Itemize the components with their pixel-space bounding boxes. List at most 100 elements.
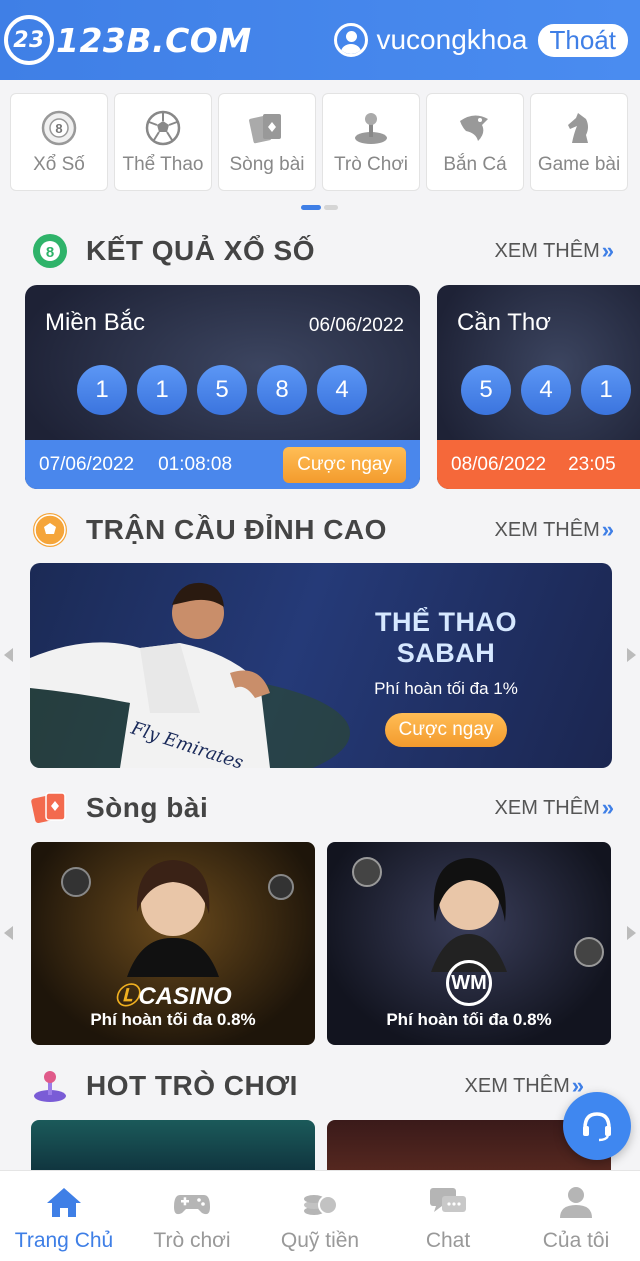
logout-button[interactable]: Thoát [537,23,628,57]
home-icon [44,1185,84,1219]
section-title: Sòng bài [86,792,209,823]
site-logo[interactable]: 23 123B.COM [4,15,252,65]
see-more-label: XEM THÊM [494,796,600,819]
see-more-label: XEM THÊM [494,518,600,541]
sports-banner-text: THỂ THAO SABAH Phí hoàn tối đa 1% Cược n… [326,607,566,747]
nav-account[interactable]: Của tôi [512,1171,640,1261]
svg-text:8: 8 [46,244,54,261]
double-chevron-right-icon: » [601,238,614,263]
lottery-ball: 5 [197,365,247,415]
category-casino[interactable]: Sòng bài [218,93,316,191]
category-label: Thể Thao [122,154,204,175]
casino-section-header: Sòng bài XEM THÊM» [30,788,614,828]
nav-funds[interactable]: Quỹ tiền [256,1171,384,1261]
app-header: 23 123B.COM vucongkhoa Thoát [0,0,640,80]
fish-icon [455,108,495,148]
sports-banner-subtitle: Phí hoàn tối đa 1% [374,679,518,698]
cards-icon [247,108,287,148]
carousel-prev-icon[interactable] [4,926,13,940]
see-more-link[interactable]: XEM THÊM» [495,238,614,264]
nav-label: Chat [425,1229,471,1252]
sports-banner[interactable]: Fly Emirates THỂ THAO SABAH Phí hoàn tối… [30,563,612,768]
casino-brand-logo: ⓁCASINO [114,983,232,1010]
support-chat-button[interactable] [563,1092,631,1160]
indicator-active [301,205,321,210]
see-more-label: XEM THÊM [494,239,600,262]
lottery-region: Cần Thơ [457,309,552,336]
lottery-region: Miền Bắc [45,309,146,336]
nav-chat[interactable]: Chat [384,1171,512,1261]
nav-label: Quỹ tiền [280,1229,360,1252]
gamepad-icon [172,1185,212,1219]
category-card-games[interactable]: Game bài [530,93,628,191]
category-label: Trò Chơi [333,154,409,175]
soccer-ball-icon [143,108,183,148]
casino-rebate-text: Phí hoàn tối đa 0.8% [90,1010,256,1029]
see-more-link[interactable]: XEM THÊM» [495,795,614,821]
nav-label: Của tôi [542,1229,610,1252]
joystick-icon [351,108,391,148]
sports-banner-title: THỂ THAO SABAH [375,607,517,668]
section-title: TRẬN CẦU ĐỈNH CAO [86,514,387,545]
lottery-card[interactable]: Miền Bắc 06/06/2022 1 1 5 8 4 07/06/2022… [25,285,420,489]
lottery-card[interactable]: Cần Thơ 5 4 1 08/06/2022 23:05 [437,285,640,489]
sports-section-header: TRẬN CẦU ĐỈNH CAO XEM THÊM» [30,510,614,550]
lottery-section-icon: 8 [30,231,70,271]
coins-icon [300,1185,340,1219]
svg-text:8: 8 [55,121,62,136]
nav-label: Trò chơi [153,1229,231,1252]
category-label: Bắn Cá [443,154,507,175]
double-chevron-right-icon: » [601,795,614,820]
games-section-header: HOT TRÒ CHƠI XEM THÊM» [30,1066,614,1106]
carousel-next-icon[interactable] [627,648,636,662]
nav-label: Trang Chủ [14,1229,114,1252]
see-more-link[interactable]: XEM THÊM» [465,1073,584,1099]
sports-bet-button[interactable]: Cược ngay [384,713,508,747]
lottery-ball: 1 [137,365,187,415]
lottery-ball: 4 [521,365,571,415]
nav-games[interactable]: Trò chơi [128,1171,256,1261]
carousel-indicator [301,205,338,210]
bottom-navigation: Trang Chủ Trò chơi Quỹ tiền Chat Của tôi [0,1170,640,1261]
chat-icon [428,1185,468,1219]
lottery-date: 06/06/2022 [308,315,404,336]
lottery-countdown-bar: 08/06/2022 23:05 [437,440,640,489]
see-more-label: XEM THÊM [464,1074,570,1097]
user-info: vucongkhoa Thoát [334,23,628,57]
category-label: Sòng bài [229,154,305,175]
category-lottery[interactable]: 8 Xổ Số [10,93,108,191]
nav-home[interactable]: Trang Chủ [0,1171,128,1261]
next-draw-date: 07/06/2022 [39,453,135,475]
bet-now-button[interactable]: Cược ngay [283,446,406,483]
casino-card[interactable]: ⓁCASINO Phí hoàn tối đa 0.8% [31,842,315,1045]
lottery-ball-icon: 8 [39,108,79,148]
category-sports[interactable]: Thể Thao [114,93,212,191]
section-title: KẾT QUẢ XỔ SỐ [86,235,315,266]
category-fishing[interactable]: Bắn Cá [426,93,524,191]
indicator-inactive [324,205,338,210]
lottery-ball: 4 [317,365,367,415]
logo-text: 123B.COM [56,20,252,60]
casino-rebate-text: Phí hoàn tối đa 0.8% [386,1010,552,1029]
casino-section-icon [30,788,70,828]
next-draw-time: 01:08:08 [158,453,233,475]
category-games[interactable]: Trò Chơi [322,93,420,191]
category-label: Xổ Số [33,154,85,175]
user-icon [556,1185,596,1219]
lottery-numbers: 5 4 1 [437,365,640,415]
lottery-ball: 1 [77,365,127,415]
carousel-next-icon[interactable] [627,926,636,940]
carousel-prev-icon[interactable] [4,648,13,662]
joystick-section-icon [30,1066,70,1106]
casino-brand-logo: WM [327,960,611,1006]
double-chevron-right-icon: » [601,517,614,542]
category-strip: 8 Xổ Số Thể Thao Sòng bài Trò Chơi Bắn C… [10,93,628,191]
lottery-section-header: 8 KẾT QUẢ XỔ SỐ XEM THÊM» [30,231,614,271]
casino-card[interactable]: WM Phí hoàn tối đa 0.8% [327,842,611,1045]
lottery-ball: 5 [461,365,511,415]
category-label: Game bài [537,154,621,175]
chess-knight-icon [559,108,599,148]
lottery-ball: 1 [581,365,631,415]
lottery-countdown-bar: 07/06/2022 01:08:08 Cược ngay [25,440,420,489]
see-more-link[interactable]: XEM THÊM» [495,517,614,543]
